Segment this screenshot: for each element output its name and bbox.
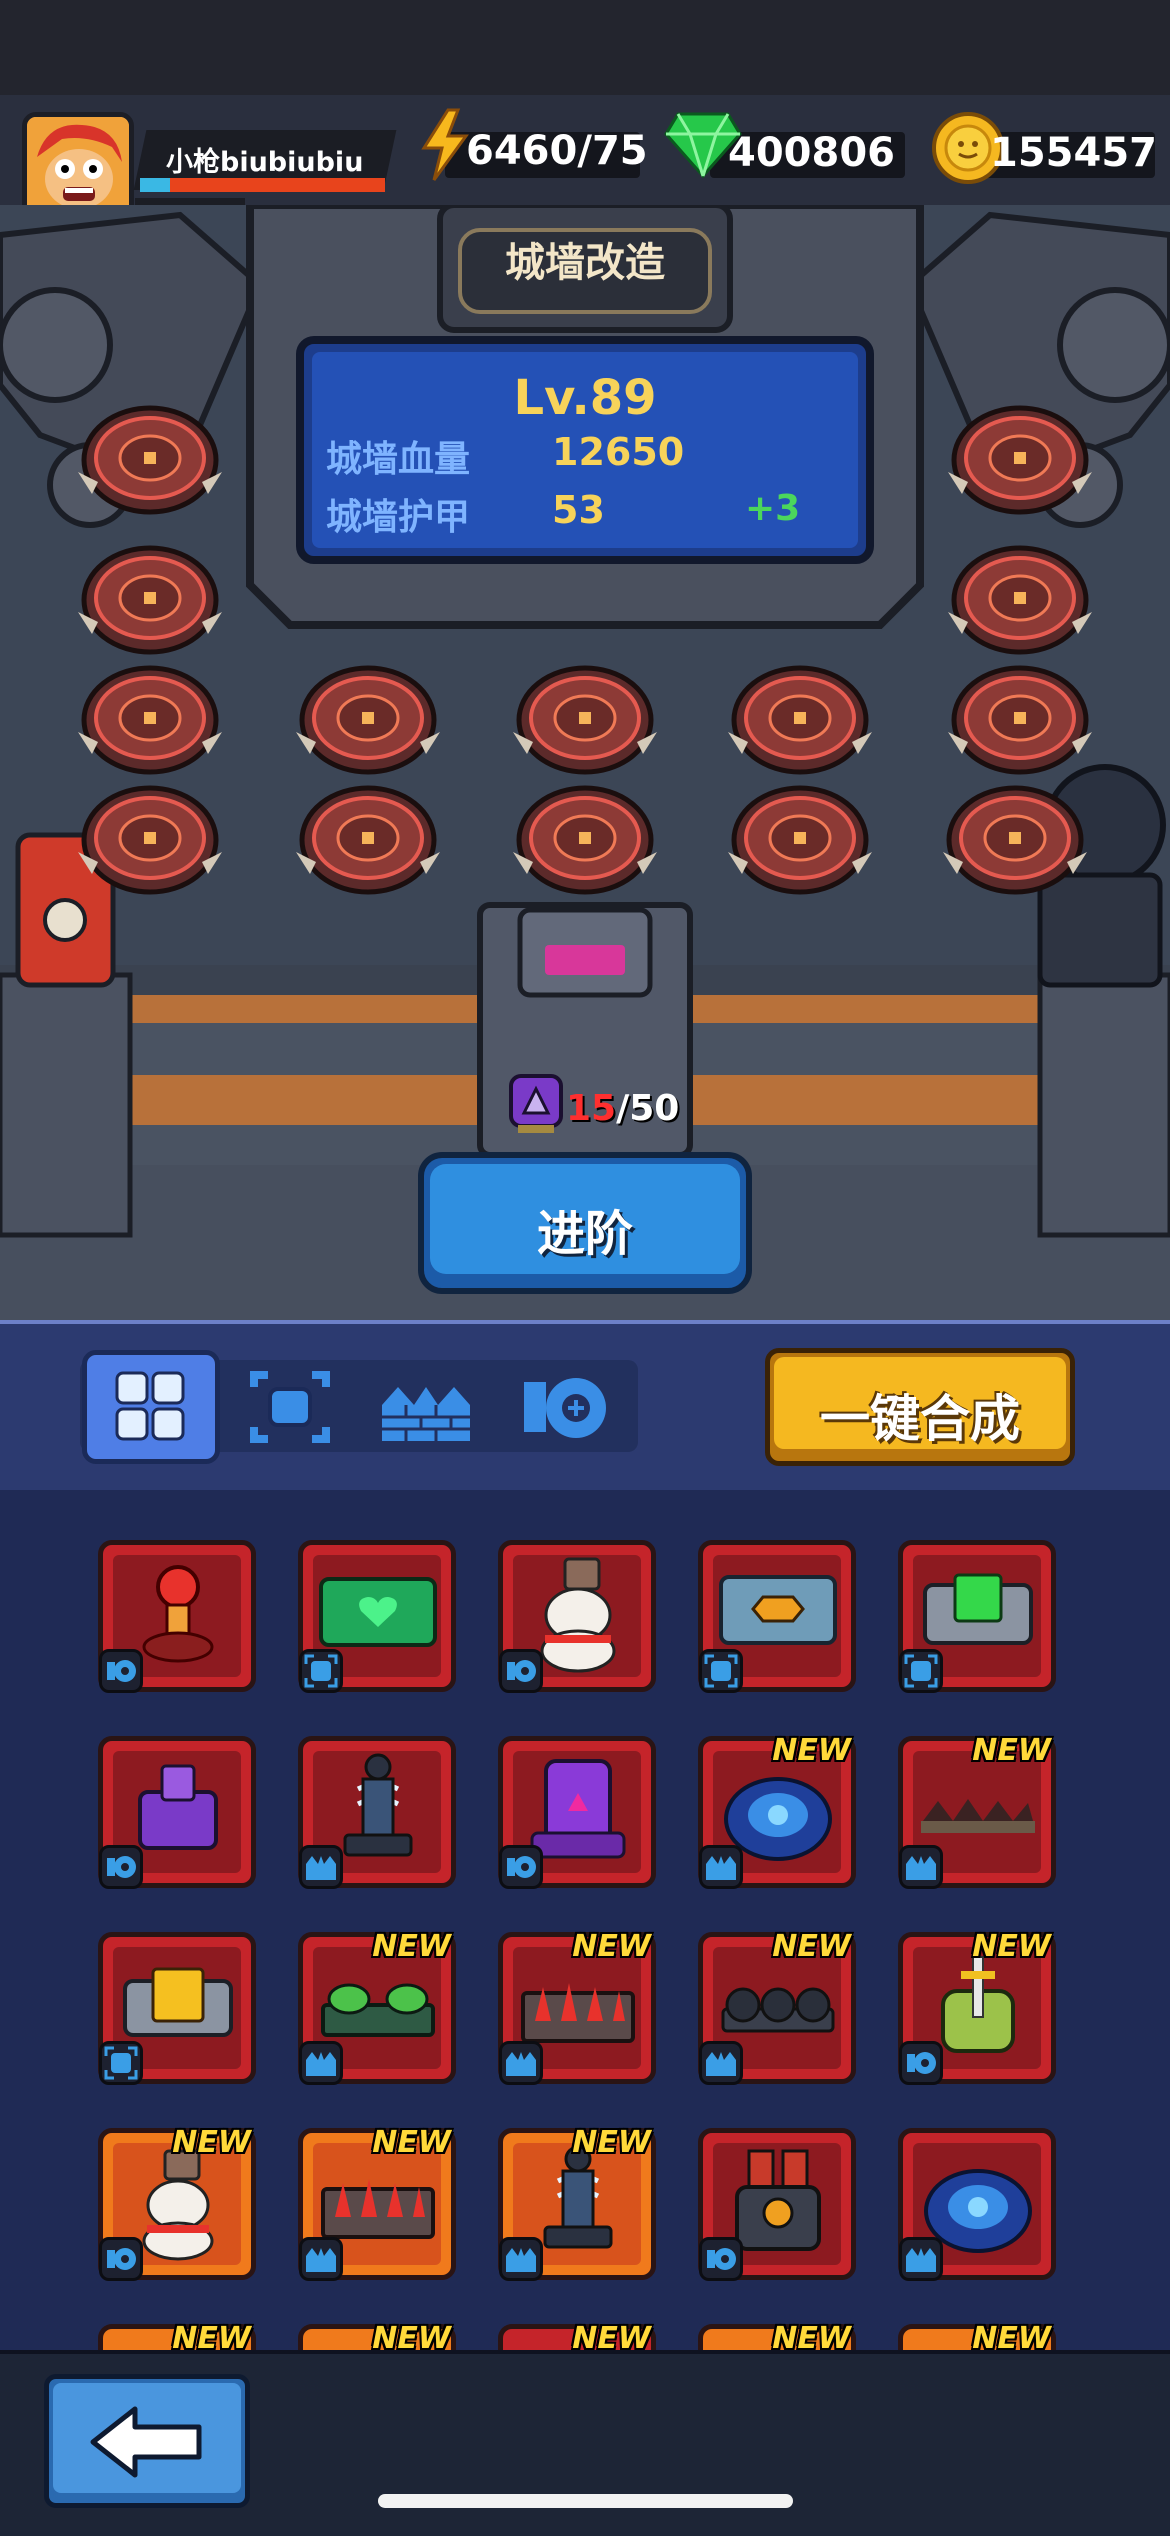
item-card[interactable] xyxy=(98,1540,256,1693)
new-label: NEW xyxy=(372,2125,451,2160)
advance-button[interactable]: 进阶 xyxy=(418,1152,752,1294)
back-arrow-icon xyxy=(90,2406,202,2478)
turret-type-badge xyxy=(499,1845,543,1889)
turret-type-badge xyxy=(499,1649,543,1693)
turret-type-badge xyxy=(899,2041,943,2085)
venus-trap-wall-icon xyxy=(321,1983,435,2037)
tab-core[interactable] xyxy=(240,1365,340,1449)
item-card[interactable] xyxy=(898,1540,1056,1693)
item-card[interactable]: NEW xyxy=(698,1929,856,2085)
item-card[interactable]: NEW xyxy=(298,1929,456,2085)
back-button[interactable] xyxy=(44,2374,250,2508)
turret-type-badge xyxy=(99,1649,143,1693)
item-card[interactable] xyxy=(498,1736,656,1889)
new-label: NEW xyxy=(372,1929,451,1964)
armor-label: 城墙护甲 xyxy=(326,497,471,538)
armor-wall-icon xyxy=(719,1575,837,1645)
item-card[interactable] xyxy=(898,2128,1056,2281)
item-card[interactable]: NEW xyxy=(298,2125,456,2281)
hp-label: 城墙血量 xyxy=(326,439,471,480)
exp-bar xyxy=(140,178,385,192)
core-type-badge xyxy=(99,2041,143,2085)
player-name: 小枪biubiubiu xyxy=(166,147,364,178)
wall-type-badge xyxy=(699,2041,743,2085)
turret-type-badge xyxy=(699,2237,743,2281)
new-label: NEW xyxy=(772,1733,851,1768)
item-grid: NEW NEW NEW NEW NEW NEW NEW NEW NEW NEW … xyxy=(0,1490,1170,2364)
wall-type-badge xyxy=(499,2041,543,2085)
wall-type-badge xyxy=(899,2237,943,2281)
energy-icon xyxy=(421,108,469,181)
item-card[interactable] xyxy=(98,1736,256,1889)
wall-type-badge xyxy=(499,2237,543,2281)
core-type-badge xyxy=(299,1649,343,1693)
new-label: NEW xyxy=(972,1733,1051,1768)
wall-type-badge xyxy=(699,1845,743,1889)
wall-type-badge xyxy=(299,1845,343,1889)
page-title: 城墙改造 xyxy=(505,240,665,286)
armor-value: 53 xyxy=(552,488,605,532)
item-card[interactable]: NEW xyxy=(898,1929,1056,2085)
item-card[interactable]: NEW xyxy=(898,1733,1056,1889)
merge-button-label: 一键合成 xyxy=(820,1390,1020,1448)
new-label: NEW xyxy=(772,1929,851,1964)
wall-level: Lv.89 xyxy=(513,370,657,426)
item-card[interactable] xyxy=(98,1932,256,2085)
tab-wall[interactable] xyxy=(376,1365,476,1449)
tab-all[interactable] xyxy=(82,1350,220,1464)
heal-wall-icon xyxy=(319,1577,437,1647)
item-card[interactable] xyxy=(498,1540,656,1693)
red-spike-wall-icon xyxy=(321,2179,435,2239)
core-icon xyxy=(250,1371,330,1443)
core-type-badge xyxy=(899,1649,943,1693)
advance-button-label: 进阶 xyxy=(536,1206,633,1262)
turret-type-badge xyxy=(99,1845,143,1889)
item-card[interactable]: NEW xyxy=(498,1929,656,2085)
progress-total: /50 xyxy=(616,1088,680,1129)
wall-type-badge xyxy=(899,1845,943,1889)
coin-value: 155457 xyxy=(990,130,1157,176)
new-label: NEW xyxy=(172,2125,251,2160)
progress-current: 15 xyxy=(566,1088,617,1129)
status-bar xyxy=(0,0,1170,95)
home-indicator xyxy=(378,2494,793,2508)
all-icon xyxy=(115,1371,185,1441)
tab-turret[interactable] xyxy=(516,1362,616,1452)
item-card[interactable]: NEW xyxy=(698,1733,856,1889)
new-label: NEW xyxy=(572,1929,651,1964)
item-card[interactable]: NEW xyxy=(98,2125,256,2281)
item-card[interactable] xyxy=(298,1736,456,1889)
gem-value: 400806 xyxy=(728,130,895,176)
item-card[interactable]: NEW xyxy=(498,2125,656,2281)
one-key-merge-button[interactable]: 一键合成 xyxy=(765,1348,1075,1466)
turret-type-badge xyxy=(99,2237,143,2281)
progress-text: 15/50 xyxy=(566,1088,679,1129)
core-type-badge xyxy=(699,1649,743,1693)
new-label: NEW xyxy=(572,2125,651,2160)
turret-icon xyxy=(524,1378,606,1438)
red-spike-wall-icon xyxy=(521,1983,635,2043)
spike-strip-icon xyxy=(921,1799,1035,1833)
turret-pad-grid xyxy=(0,205,1170,905)
roller-wall-icon xyxy=(721,1987,835,2033)
armor-bonus: +3 xyxy=(745,488,801,529)
wall-type-badge xyxy=(299,2237,343,2281)
yellow-core-icon xyxy=(123,1967,233,2037)
item-card[interactable] xyxy=(298,1540,456,1693)
energy-value: 6460/75 xyxy=(466,128,648,174)
wall-icon xyxy=(382,1387,470,1441)
upgrade-material-icon xyxy=(509,1074,563,1133)
new-label: NEW xyxy=(972,1929,1051,1964)
hp-value: 12650 xyxy=(552,430,685,474)
avatar-face-icon xyxy=(27,117,129,219)
wall-type-badge xyxy=(299,2041,343,2085)
item-card[interactable] xyxy=(698,2128,856,2281)
item-card[interactable] xyxy=(698,1540,856,1693)
green-core-icon xyxy=(923,1573,1033,1645)
